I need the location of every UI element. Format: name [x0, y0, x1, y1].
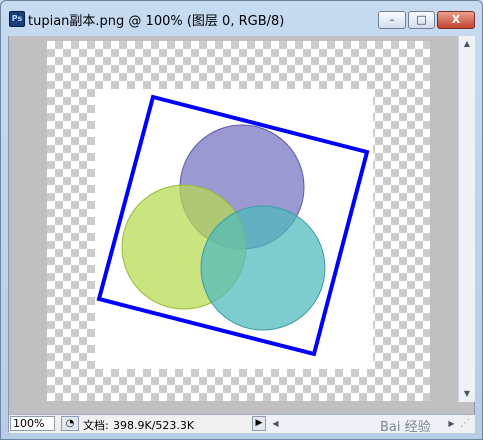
- document-size-info: 文档: 398.9K/523.3K: [83, 417, 194, 433]
- close-button[interactable]: X: [437, 11, 475, 29]
- doc-size-label: 文档:: [83, 419, 109, 432]
- window-title: tupian副本.png @ 100% (图层 0, RGB/8): [28, 14, 285, 29]
- vertical-scrollbar[interactable]: ▲ ▼: [458, 36, 475, 402]
- document-window: Ps tupian副本.png @ 100% (图层 0, RGB/8) – □…: [0, 0, 483, 440]
- image-document[interactable]: [47, 41, 430, 401]
- scroll-down-icon[interactable]: ▼: [459, 386, 475, 402]
- canvas-artwork: [95, 89, 373, 369]
- maximize-button[interactable]: □: [408, 11, 435, 29]
- baidu-jingyan-watermark: Bai 经验: [380, 420, 431, 435]
- status-bar: 100% ◔ 文档: 398.9K/523.3K ▶ ◀ Bai 经验 ▶ ⋰: [9, 414, 475, 435]
- zoom-level-field[interactable]: 100%: [10, 416, 55, 431]
- status-menu-arrow-icon[interactable]: ▶: [252, 416, 266, 431]
- status-info-icon[interactable]: ◔: [61, 416, 79, 431]
- scroll-right-icon[interactable]: ▶: [444, 415, 459, 432]
- teal-circle: [200, 205, 326, 331]
- resize-grip-icon[interactable]: ⋰: [460, 417, 474, 431]
- title-bar[interactable]: Ps tupian副本.png @ 100% (图层 0, RGB/8) – □…: [1, 1, 482, 37]
- photoshop-icon[interactable]: Ps: [9, 11, 25, 27]
- horizontal-scrollbar[interactable]: ◀ Bai 经验 ▶: [268, 415, 459, 435]
- doc-size-value: 398.9K/523.3K: [113, 419, 195, 432]
- scroll-left-icon[interactable]: ◀: [268, 415, 283, 432]
- minimize-button[interactable]: –: [378, 11, 406, 29]
- canvas-area[interactable]: [9, 36, 458, 402]
- scroll-up-icon[interactable]: ▲: [459, 36, 475, 52]
